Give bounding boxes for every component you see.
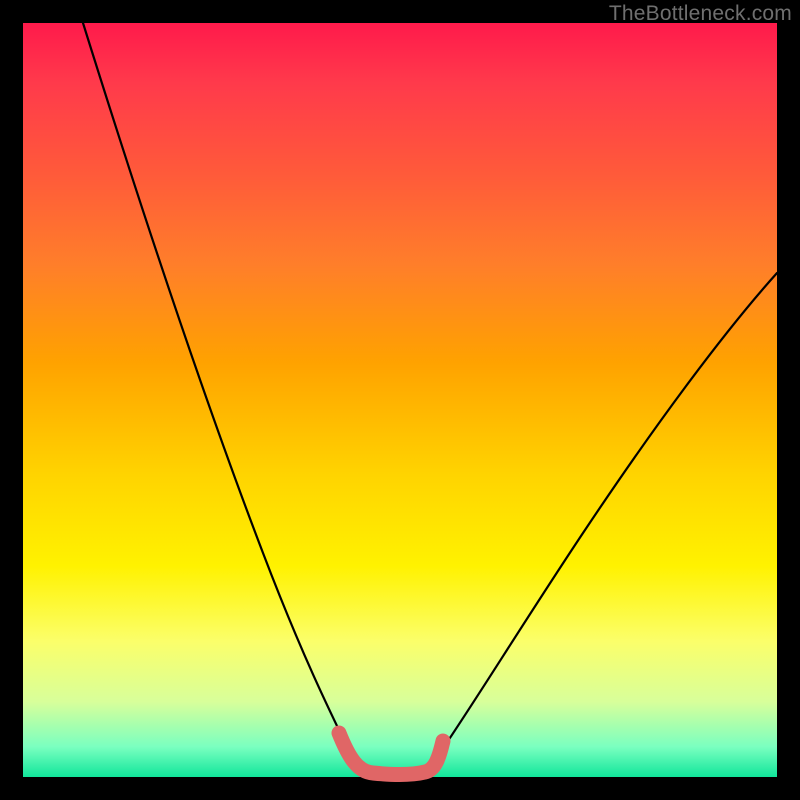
chart-svg (23, 23, 777, 777)
chart-frame: TheBottleneck.com (0, 0, 800, 800)
curve-right (433, 273, 777, 763)
plot-area (23, 23, 777, 777)
bottom-bridge (339, 733, 443, 774)
curve-left (83, 23, 355, 763)
